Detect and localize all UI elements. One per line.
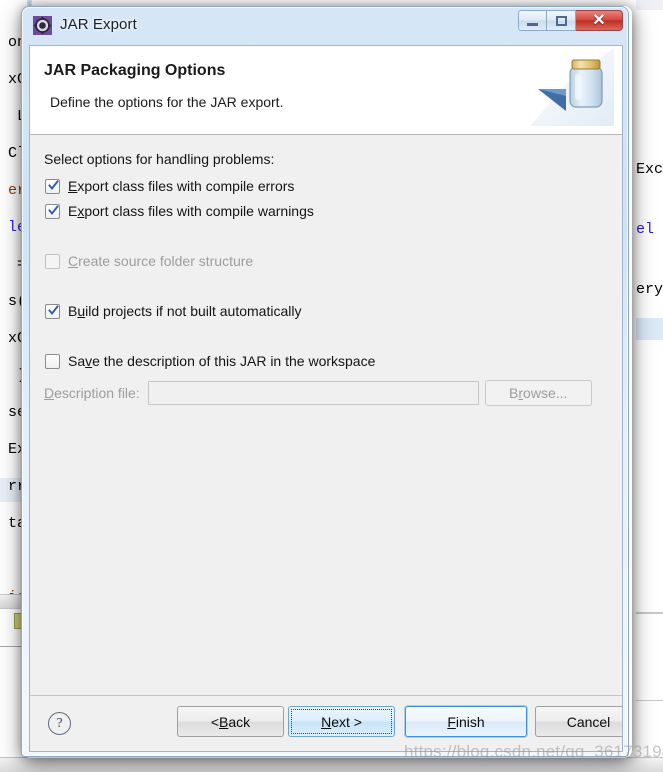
jar-export-dialog: JAR Export ✕ JAR Packaging Options Defin… [21, 6, 629, 757]
background-right-panel [636, 0, 663, 771]
checkbox-box-export-with-warnings[interactable] [45, 203, 60, 219]
background-right-divider-1 [636, 612, 663, 614]
page-description: Define the options for the JAR export. [50, 94, 284, 110]
options-body: Select options for handling problems: Ex… [30, 135, 622, 698]
checkbox-export-with-errors[interactable]: Export class files with compile errors [45, 176, 294, 196]
maximize-icon [555, 15, 567, 26]
help-button[interactable]: ? [48, 712, 71, 735]
checkbox-box-export-with-errors[interactable] [45, 178, 60, 194]
checkbox-box-create-source-folder-structure [45, 253, 60, 269]
checkbox-label-create-source-folder-structure: Create source folder structure [68, 253, 254, 269]
dialog-client-area: JAR Packaging Options Define the options… [29, 45, 623, 752]
wizard-header: JAR Packaging Options Define the options… [30, 46, 622, 135]
checkbox-export-with-warnings[interactable]: Export class files with compile warnings [45, 201, 314, 221]
cancel-button[interactable]: Cancel [535, 706, 622, 737]
check-icon [48, 204, 59, 215]
minimize-icon [527, 22, 538, 26]
options-group-label: Select options for handling problems: [44, 151, 275, 167]
checkbox-label-export-with-errors: Export class files with compile errors [68, 178, 295, 194]
window-title: JAR Export [60, 16, 137, 33]
window-controls: ✕ [518, 10, 623, 32]
checkbox-label-build-projects: Build projects if not built automaticall… [68, 303, 302, 319]
close-icon: ✕ [592, 11, 606, 29]
checkbox-box-save-description[interactable] [45, 353, 60, 369]
finish-button[interactable]: Finish [405, 706, 527, 737]
background-code-right: Exc el w ery( [636, 161, 663, 298]
background-right-selection [636, 318, 663, 340]
back-button[interactable]: < Back [177, 706, 284, 737]
checkbox-label-save-description: Save the description of this JAR in the … [68, 353, 376, 369]
close-button[interactable]: ✕ [576, 10, 623, 31]
next-button[interactable]: Next > [288, 706, 395, 737]
page-title: JAR Packaging Options [44, 62, 226, 79]
minimize-button[interactable] [518, 10, 547, 31]
description-file-label: Description file: [44, 385, 140, 401]
next-button-label: Next > [321, 713, 362, 730]
checkbox-save-description[interactable]: Save the description of this JAR in the … [45, 351, 375, 371]
background-right-tab-strip [636, 0, 663, 10]
checkbox-build-projects-if-not-built[interactable]: Build projects if not built automaticall… [45, 301, 301, 321]
description-file-input[interactable] [147, 381, 479, 405]
checkbox-label-export-with-warnings: Export class files with compile warnings [68, 203, 314, 219]
check-icon [48, 304, 59, 315]
jar-export-banner-icon [530, 48, 614, 126]
background-right-divider-2 [636, 700, 663, 701]
checkbox-create-source-folder-structure: Create source folder structure [45, 251, 253, 271]
eclipse-gear-icon [33, 16, 52, 35]
description-file-row: Description file: Br owse... [44, 380, 609, 406]
browse-button[interactable]: Br owse... [484, 380, 592, 406]
watermark: https://blog.csdn.net/qq_36173194 [404, 742, 663, 761]
checkbox-box-build-projects[interactable] [45, 303, 60, 319]
check-icon [48, 179, 59, 190]
maximize-button[interactable] [547, 10, 576, 31]
